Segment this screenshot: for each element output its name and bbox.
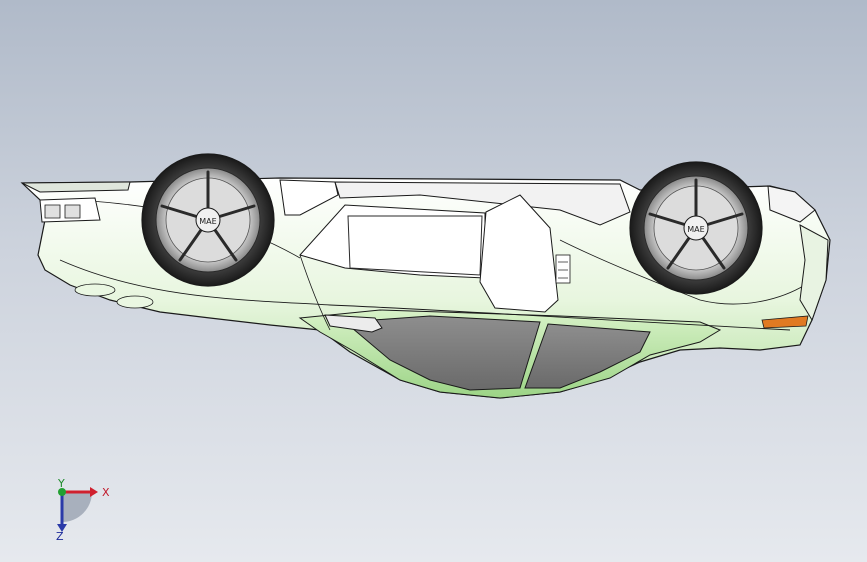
wheel-rear: MAE bbox=[629, 161, 763, 295]
hub-label-rear: MAE bbox=[687, 225, 704, 234]
hub-label-front: MAE bbox=[199, 217, 216, 226]
wheel-front: MAE bbox=[141, 153, 275, 287]
car-model-3d[interactable]: MAE MAE bbox=[0, 0, 867, 562]
y-axis-label: Y bbox=[58, 477, 65, 490]
x-axis-label: X bbox=[102, 486, 110, 499]
z-axis-label: Z bbox=[56, 530, 64, 543]
graphics-viewport[interactable]: MAE MAE X Y Z bbox=[0, 0, 867, 562]
